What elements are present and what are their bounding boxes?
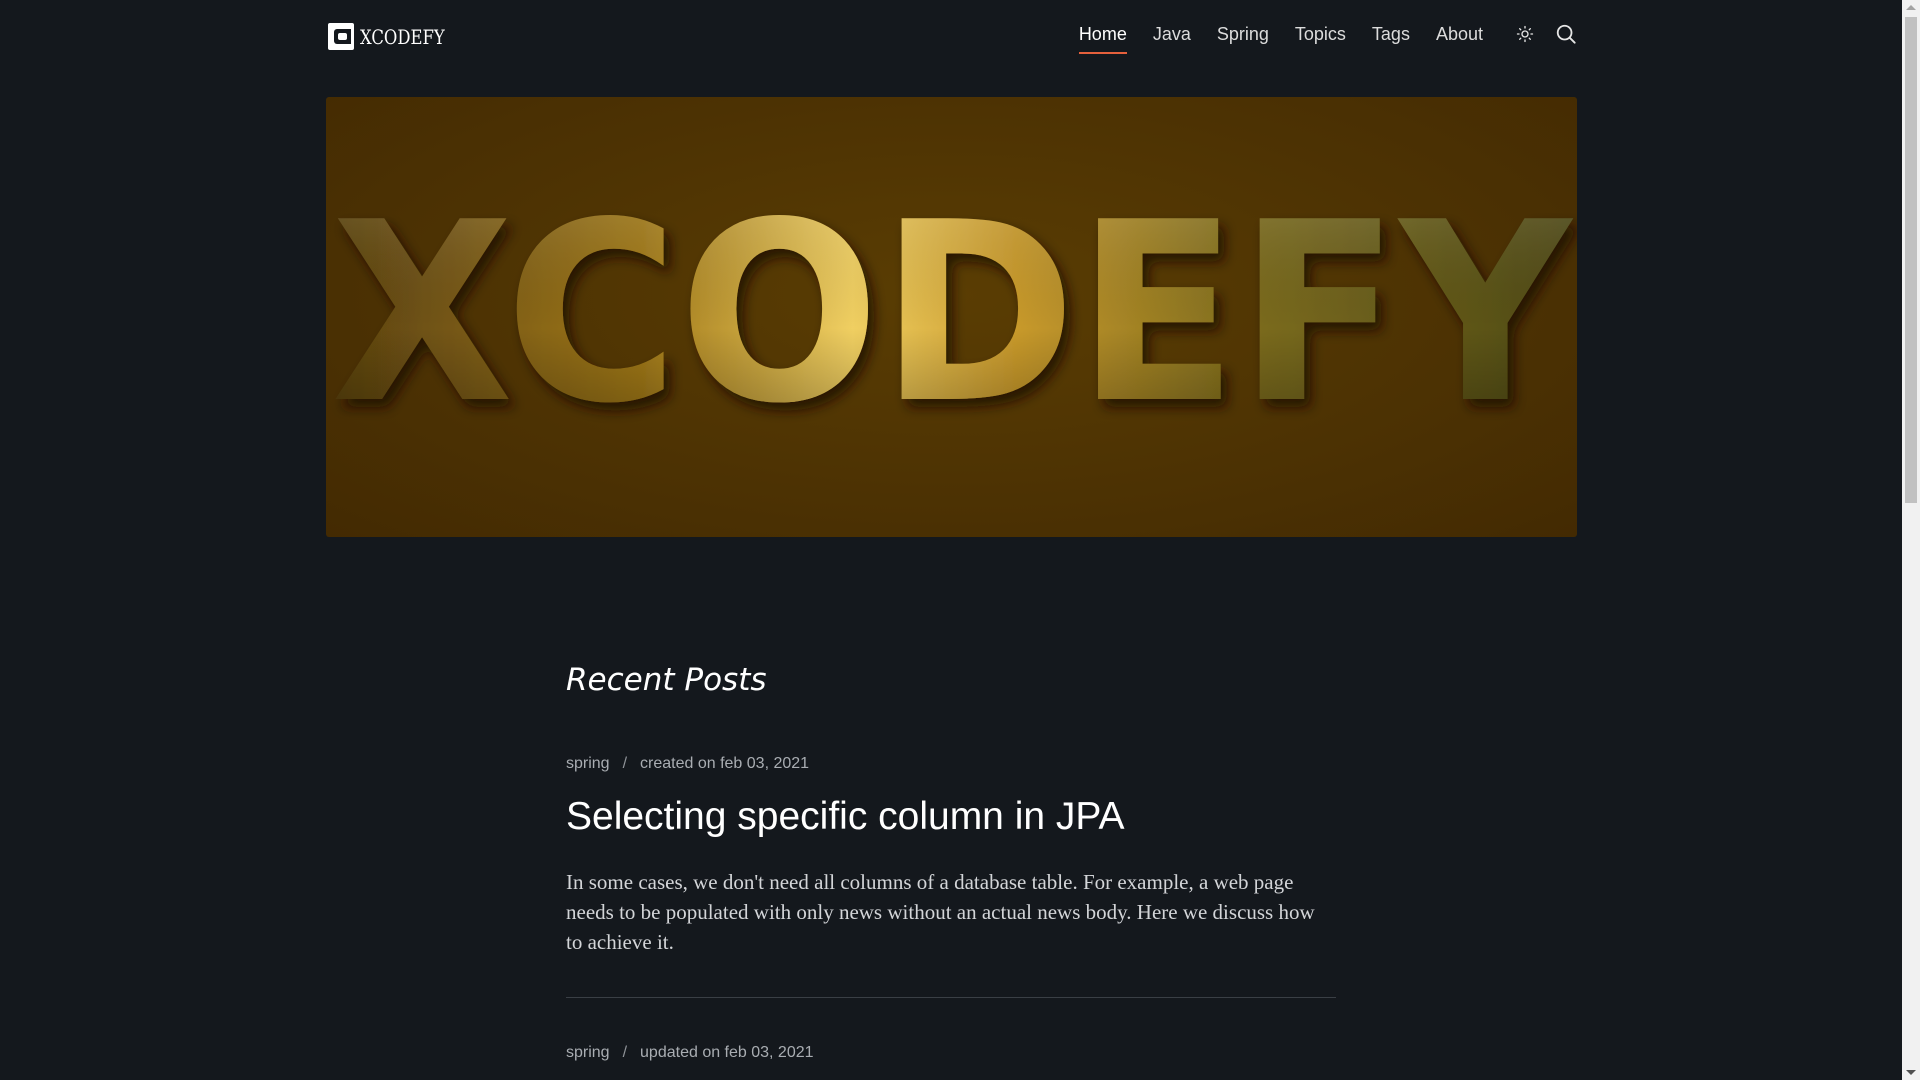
post-meta-separator: / xyxy=(622,755,628,772)
site-logo-text: XCODEFY xyxy=(360,24,445,49)
xcodefy-logo-icon xyxy=(328,23,354,50)
main-nav: Home Java Spring Topics Tags About xyxy=(1078,23,1577,54)
page: XCODEFY Home Java Spring Topics Tags Abo… xyxy=(0,0,1902,1080)
post-category-link[interactable]: spring xyxy=(566,1044,610,1061)
nav-item-tags[interactable]: Tags xyxy=(1372,23,1410,50)
post-meta-separator: / xyxy=(622,1044,628,1061)
post-date: created on feb 03, 2021 xyxy=(640,755,810,772)
hero-banner-text-shade: XCODEFY xyxy=(331,170,1573,458)
post-meta: spring / created on feb 03, 2021 xyxy=(566,754,1336,774)
scroll-down-arrow-icon[interactable] xyxy=(1906,1070,1916,1075)
section-title: Recent Posts xyxy=(566,662,767,698)
post-title-link[interactable]: Selecting specific column in JPA xyxy=(566,795,1125,838)
site-logo-link[interactable]: XCODEFY xyxy=(328,23,463,50)
nav-item-topics[interactable]: Topics xyxy=(1295,23,1346,50)
post-date: updated on feb 03, 2021 xyxy=(640,1044,814,1061)
sun-icon[interactable] xyxy=(1514,23,1536,45)
main-content: Recent Posts spring / created on feb 03, 2… xyxy=(566,650,1336,1063)
post-divider xyxy=(566,997,1336,998)
page-scrollbar[interactable] xyxy=(1902,0,1920,1080)
nav-item-spring[interactable]: Spring xyxy=(1217,23,1269,50)
post-item: spring / updated on feb 03, 2021 xyxy=(566,1043,1336,1063)
nav-item-home[interactable]: Home xyxy=(1078,23,1127,54)
hero-banner-image: XCODEFY XCODEFY xyxy=(331,170,1573,458)
post-summary: In some cases, we don't need all columns… xyxy=(566,870,1315,954)
nav-item-java[interactable]: Java xyxy=(1153,23,1191,50)
search-icon[interactable] xyxy=(1555,23,1577,45)
site-header: XCODEFY Home Java Spring Topics Tags Abo… xyxy=(326,0,1577,74)
scroll-up-arrow-icon[interactable] xyxy=(1906,5,1916,10)
hero-banner: XCODEFY XCODEFY xyxy=(326,97,1577,537)
post-category-link[interactable]: spring xyxy=(566,755,610,772)
post-item: spring / created on feb 03, 2021 Selecting… xyxy=(566,754,1336,998)
nav-item-about[interactable]: About xyxy=(1436,23,1483,50)
post-meta: spring / updated on feb 03, 2021 xyxy=(566,1043,1336,1063)
scrollbar-thumb[interactable] xyxy=(1905,17,1917,503)
post-title: Selecting specific column in JPA xyxy=(566,789,1336,845)
